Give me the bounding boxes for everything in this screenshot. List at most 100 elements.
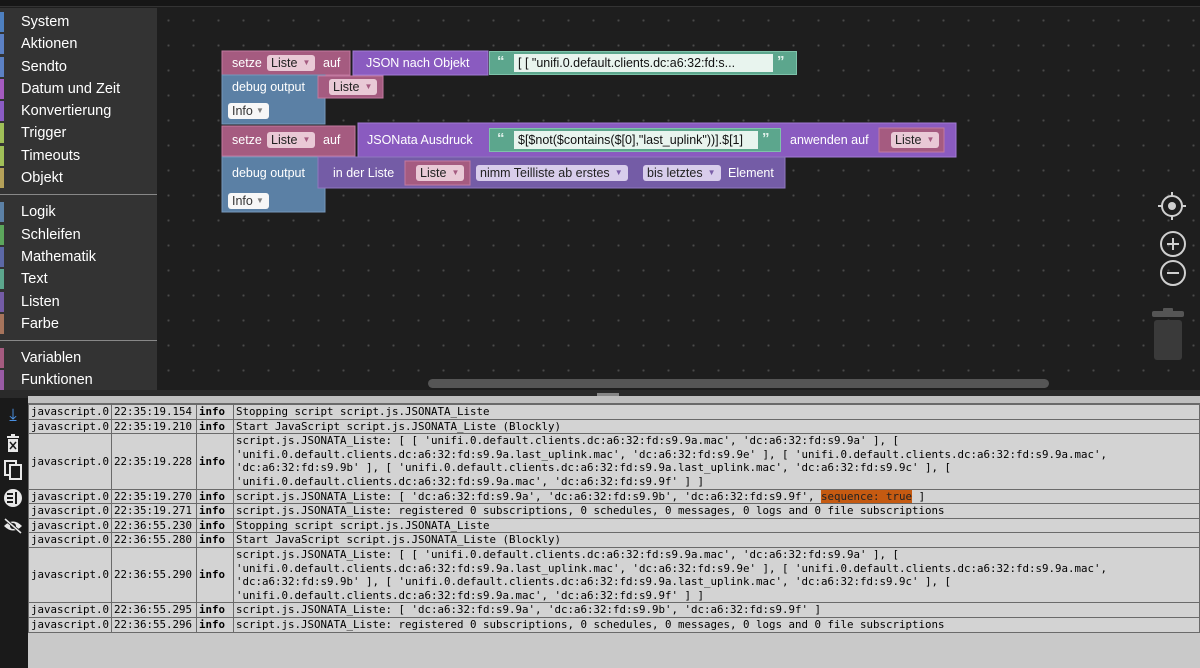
category-label: Objekt — [21, 170, 63, 187]
log-time: 22:36:55.230 — [111, 517, 198, 534]
columns-icon[interactable] — [2, 487, 24, 509]
category-color-stripe — [0, 78, 4, 99]
sublist-to-dropdown[interactable]: bis letztes ▼ — [643, 165, 721, 181]
variable-dropdown[interactable]: Liste ▼ — [329, 79, 378, 95]
log-source: javascript.0 — [28, 503, 113, 519]
toolbox-category-farbe[interactable]: Farbe — [0, 313, 157, 335]
setze-label: setze — [232, 56, 262, 70]
in-der-liste-label: in der Liste — [333, 166, 395, 180]
sublist-mode-dropdown[interactable]: nimm Teilliste ab erstes ▼ — [476, 165, 628, 181]
log-row[interactable]: javascript.0 22:35:19.228 info script.js.JS… — [28, 433, 1200, 490]
category-label: System — [21, 14, 70, 30]
toolbox-category-sendto[interactable]: Sendto — [0, 56, 157, 78]
dropdown-caret-icon: ▼ — [707, 168, 716, 177]
log-level-dropdown[interactable]: Info ▼ — [228, 103, 269, 119]
delete-log-icon[interactable] — [2, 432, 24, 454]
log-row[interactable]: javascript.0 22:35:19.210 info Start JavaSc… — [28, 418, 1200, 435]
category-label: Mathematik — [21, 248, 96, 265]
log-source: javascript.0 — [28, 488, 113, 505]
zoom-in-icon[interactable] — [1159, 230, 1187, 258]
dropdown-caret-icon: ▼ — [364, 82, 373, 91]
jsonata-expression-field[interactable]: $[$not($contains($[0],"last_uplink"))].$… — [514, 131, 758, 149]
toolbox-category-aktionen[interactable]: Aktionen — [0, 33, 157, 55]
log-message: Stopping script script.js.JSONATA_Liste — [233, 517, 1200, 534]
zoom-out-icon[interactable] — [1159, 259, 1187, 287]
element-label: Element — [728, 166, 774, 180]
toolbox-category-objekt[interactable]: Objekt — [0, 167, 157, 189]
log-table-container[interactable]: javascript.0 22:35:19.154 info Stopping scr… — [28, 396, 1200, 668]
variable-dropdown[interactable]: Liste ▼ — [267, 55, 316, 71]
log-row[interactable]: javascript.0 22:36:55.290 info script.js.JS… — [28, 546, 1200, 604]
variable-name: Liste — [271, 133, 298, 147]
log-message-text: Stopping script script.js.JSONATA_Liste — [236, 405, 490, 418]
log-row[interactable]: javascript.0 22:36:55.280 info Start JavaSc… — [28, 532, 1200, 548]
log-row[interactable]: javascript.0 22:36:55.230 info Stopping scr… — [28, 517, 1200, 534]
category-label: Variablen — [21, 350, 82, 367]
sublist-to-value: bis letztes — [647, 166, 703, 180]
log-row[interactable]: javascript.0 22:36:55.295 info script.js.JS… — [28, 602, 1200, 618]
hide-icon[interactable] — [2, 515, 24, 537]
toolbox-category-datum-und-zeit[interactable]: Datum und Zeit — [0, 78, 157, 100]
toolbox: System Aktionen Sendto Datum und Zeit Konver… — [0, 8, 157, 391]
toolbox-separator — [0, 340, 157, 342]
toolbox-category-mathematik[interactable]: Mathematik — [0, 246, 157, 268]
category-label: Aktionen — [21, 36, 78, 53]
toolbox-category-timeouts[interactable]: Timeouts — [0, 145, 157, 167]
category-label: Logik — [21, 204, 56, 221]
category-label: Funktionen — [21, 372, 93, 389]
toolbox-category-system[interactable]: System — [0, 11, 157, 33]
json-text-field[interactable]: [ [ "unifi.0.default.clients.dc:a6:32:fd… — [514, 54, 773, 72]
toolbox-category-konvertierung[interactable]: Konvertierung — [0, 100, 157, 122]
dropdown-caret-icon: ▼ — [302, 58, 311, 67]
variable-dropdown[interactable]: Liste ▼ — [416, 165, 465, 181]
toolbox-category-schleifen[interactable]: Schleifen — [0, 224, 157, 246]
dropdown-caret-icon: ▼ — [255, 106, 264, 115]
category-color-stripe — [0, 56, 4, 77]
log-severity: info — [196, 532, 235, 548]
blockly-workspace[interactable]: “ [ [ "unifi.0.default.clients.dc:a6:32:… — [0, 0, 1200, 390]
scroll-down-icon[interactable]: ⤓ — [2, 404, 24, 426]
variable-dropdown[interactable]: Liste ▼ — [267, 132, 316, 148]
toolbox-category-variablen[interactable]: Variablen — [0, 347, 157, 369]
category-color-stripe — [0, 202, 4, 223]
log-message: script.js.JSONATA_Liste: registered 0 su… — [233, 616, 1200, 633]
toolbox-separator — [0, 194, 157, 196]
log-message: Start JavaScript script.js.JSONATA_Liste… — [233, 532, 1200, 548]
category-color-stripe — [0, 313, 4, 334]
log-time: 22:36:55.295 — [111, 602, 198, 618]
variable-dropdown[interactable]: Liste ▼ — [891, 132, 940, 148]
log-row[interactable]: javascript.0 22:35:19.271 info script.js.JS… — [28, 503, 1200, 519]
open-quote-icon: “ — [497, 130, 505, 147]
log-source: javascript.0 — [28, 546, 113, 604]
variable-name: Liste — [895, 133, 922, 147]
log-table: javascript.0 22:35:19.154 info Stopping scr… — [28, 404, 1200, 633]
log-message-text: script.js.JSONATA_Liste: registered 0 su… — [236, 504, 945, 518]
trash-icon[interactable] — [1149, 308, 1187, 362]
log-level-dropdown[interactable]: Info ▼ — [228, 193, 269, 209]
log-row[interactable]: javascript.0 22:35:19.270 info script.js.JS… — [28, 488, 1200, 505]
log-row[interactable]: javascript.0 22:35:19.154 info Stopping scr… — [28, 404, 1200, 420]
close-quote-icon: ” — [777, 53, 785, 70]
log-highlight: sequence: true — [821, 489, 913, 503]
toolbox-category-logik[interactable]: Logik — [0, 201, 157, 223]
log-row[interactable]: javascript.0 22:36:55.296 info script.js.JS… — [28, 616, 1200, 633]
log-source: javascript.0 — [28, 433, 113, 490]
dropdown-caret-icon: ▼ — [255, 196, 264, 205]
log-row-partial — [28, 396, 1200, 404]
toolbox-category-listen[interactable]: Listen — [0, 291, 157, 313]
log-time: 22:35:19.210 — [111, 418, 198, 435]
toolbox-category-trigger[interactable]: Trigger — [0, 122, 157, 144]
copy-icon[interactable] — [2, 459, 24, 481]
open-quote-icon: “ — [497, 53, 505, 70]
log-severity: info — [196, 404, 235, 420]
log-severity: info — [196, 433, 235, 490]
toolbox-category-funktionen[interactable]: Funktionen — [0, 369, 157, 391]
log-level-value: Info — [232, 104, 253, 118]
toolbox-category-text[interactable]: Text — [0, 268, 157, 290]
category-color-stripe — [0, 269, 4, 290]
jsonata-ausdruck-label: JSONata Ausdruck — [367, 133, 473, 147]
category-color-stripe — [0, 34, 4, 55]
auf-label: auf — [323, 133, 341, 147]
recenter-icon[interactable] — [1158, 192, 1186, 220]
horizontal-scrollbar[interactable] — [428, 379, 1049, 388]
